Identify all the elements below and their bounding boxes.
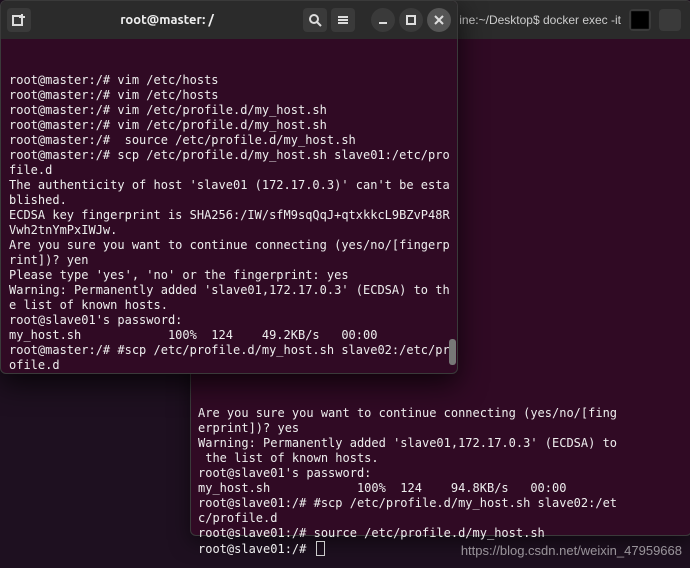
cursor xyxy=(316,541,325,556)
terminal-line: Are you sure you want to continue connec… xyxy=(9,238,451,268)
terminal-window-front[interactable]: root@master: / r xyxy=(0,0,458,374)
slave-lines: Are you sure you want to continue connec… xyxy=(198,406,658,557)
terminal-line: root@master:/# source /etc/profile.d/my_… xyxy=(9,373,451,374)
hamburger-icon xyxy=(336,13,350,27)
terminal-line: root@master:/# vim /etc/hosts xyxy=(9,73,451,88)
window-title: root@master: / xyxy=(37,13,297,27)
terminal-line: Please type 'yes', 'no' or the fingerpri… xyxy=(9,268,451,283)
titlebar: root@master: / xyxy=(1,1,457,39)
terminal-line: my_host.sh 100% 124 49.2KB/s 00:00 xyxy=(9,328,451,343)
close-icon xyxy=(434,15,444,25)
slave-terminal-body[interactable]: Are you sure you want to continue connec… xyxy=(190,372,664,568)
watermark: https://blog.csdn.net/weixin_47959668 xyxy=(461,543,682,558)
back-titlebar-icon-1[interactable] xyxy=(629,9,651,31)
maximize-button[interactable] xyxy=(399,8,423,32)
back-title-text: ine:~/Desktop$ docker exec -it xyxy=(459,13,621,27)
terminal-line: root@slave01:/# #scp /etc/profile.d/my_h… xyxy=(198,496,658,511)
terminal-line: c/profile.d xyxy=(198,511,658,526)
terminal-line: root@master:/# source /etc/profile.d/my_… xyxy=(9,133,451,148)
terminal-line: Warning: Permanently added 'slave01,172.… xyxy=(9,283,451,313)
terminal-line: root@master:/# vim /etc/profile.d/my_hos… xyxy=(9,118,451,133)
minimize-button[interactable] xyxy=(371,8,395,32)
minimize-icon xyxy=(378,15,388,25)
terminal-line: root@master:/# vim /etc/profile.d/my_hos… xyxy=(9,103,451,118)
front-lines: root@master:/# vim /etc/hostsroot@master… xyxy=(9,73,451,374)
new-tab-icon xyxy=(12,13,26,27)
maximize-icon xyxy=(406,15,416,25)
search-icon xyxy=(308,13,322,27)
terminal-line: Are you sure you want to continue connec… xyxy=(198,406,658,421)
close-button[interactable] xyxy=(427,8,451,32)
terminal-line: The authenticity of host 'slave01 (172.1… xyxy=(9,178,451,208)
terminal-line: root@slave01:/# source /etc/profile.d/my… xyxy=(198,526,658,541)
desktop: ine:~/Desktop$ docker exec -it /etc/host… xyxy=(0,0,690,568)
new-tab-button[interactable] xyxy=(7,8,31,32)
terminal-body[interactable]: root@master:/# vim /etc/hostsroot@master… xyxy=(1,39,457,374)
terminal-line: root@master:/# scp /etc/profile.d/my_hos… xyxy=(9,148,451,178)
terminal-line: root@slave01's password: xyxy=(9,313,451,328)
scrollbar-thumb[interactable] xyxy=(449,339,456,365)
terminal-line: root@master:/# vim /etc/hosts xyxy=(9,88,451,103)
terminal-line: ECDSA key fingerprint is SHA256:/IW/sfM9… xyxy=(9,208,451,238)
terminal-line: root@master:/# #scp /etc/profile.d/my_ho… xyxy=(9,343,451,373)
search-button[interactable] xyxy=(303,8,327,32)
terminal-line: the list of known hosts. xyxy=(198,451,658,466)
terminal-line: Warning: Permanently added 'slave01,172.… xyxy=(198,436,658,451)
back-titlebar-icon-2[interactable] xyxy=(659,9,681,31)
terminal-line: root@slave01's password: xyxy=(198,466,658,481)
terminal-line: erprint])? yes xyxy=(198,421,658,436)
menu-button[interactable] xyxy=(331,8,355,32)
terminal-line: my_host.sh 100% 124 94.8KB/s 00:00 xyxy=(198,481,658,496)
